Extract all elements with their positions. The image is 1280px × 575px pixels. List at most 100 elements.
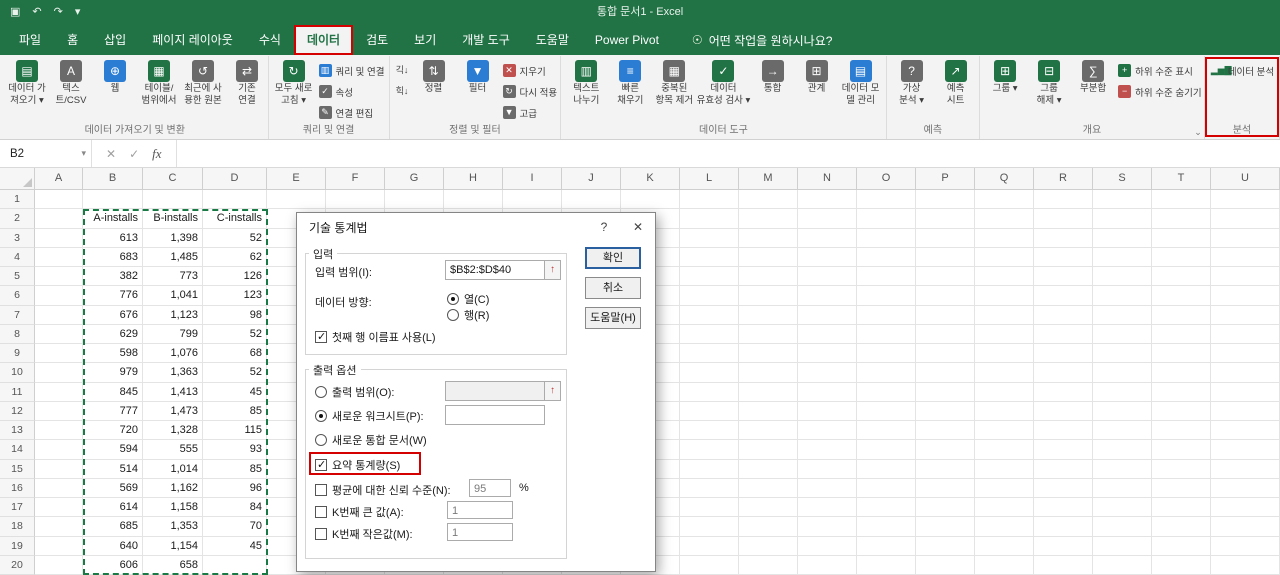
cell-T1[interactable] <box>1152 190 1211 210</box>
cell-S2[interactable] <box>1093 209 1152 229</box>
cell-T5[interactable] <box>1152 267 1211 287</box>
cell-B3[interactable]: 613 <box>83 228 143 248</box>
cell-Q11[interactable] <box>975 382 1034 402</box>
column-header-T[interactable]: T <box>1152 168 1211 189</box>
refresh-all-button[interactable]: ↻ 모두 새로 고침 ▾ <box>272 57 316 106</box>
tab-insert[interactable]: 삽입 <box>91 25 139 55</box>
tab-power-pivot[interactable]: Power Pivot <box>582 25 672 55</box>
cell-U20[interactable] <box>1211 555 1280 575</box>
cell-N4[interactable] <box>798 247 857 267</box>
cell-M13[interactable] <box>739 421 798 441</box>
cell-S16[interactable] <box>1093 478 1152 498</box>
cell-A6[interactable] <box>35 286 83 306</box>
filter-button[interactable]: ▼ 필터 <box>456 57 500 94</box>
cell-R14[interactable] <box>1034 440 1093 460</box>
row-header-5[interactable]: 5 <box>0 267 35 287</box>
cell-A4[interactable] <box>35 247 83 267</box>
cell-B17[interactable]: 614 <box>83 498 143 518</box>
row-header-15[interactable]: 15 <box>0 459 35 479</box>
cell-D6[interactable]: 123 <box>203 286 267 306</box>
grouped-by-columns-radio[interactable]: 열(C) <box>447 291 489 307</box>
sort-ascending-button[interactable]: 긱↓ <box>393 61 412 80</box>
column-header-I[interactable]: I <box>503 168 562 189</box>
cell-A17[interactable] <box>35 498 83 518</box>
cell-Q1[interactable] <box>975 190 1034 210</box>
cell-C17[interactable]: 1,158 <box>143 498 203 518</box>
cell-O16[interactable] <box>857 478 916 498</box>
subtotal-button[interactable]: ∑ 부분합 <box>1071 57 1115 94</box>
cell-O9[interactable] <box>857 344 916 364</box>
cell-P5[interactable] <box>916 267 975 287</box>
cell-Q2[interactable] <box>975 209 1034 229</box>
cell-Q17[interactable] <box>975 498 1034 518</box>
cell-A11[interactable] <box>35 382 83 402</box>
cell-U1[interactable] <box>1211 190 1280 210</box>
cell-R13[interactable] <box>1034 421 1093 441</box>
cell-B15[interactable]: 514 <box>83 459 143 479</box>
cell-D12[interactable]: 85 <box>203 401 267 421</box>
cell-S6[interactable] <box>1093 286 1152 306</box>
recent-sources-button[interactable]: ↺ 최근에 사 용한 원본 <box>181 57 225 106</box>
cell-A12[interactable] <box>35 401 83 421</box>
column-header-U[interactable]: U <box>1211 168 1280 189</box>
cell-T2[interactable] <box>1152 209 1211 229</box>
cell-R5[interactable] <box>1034 267 1093 287</box>
cell-Q9[interactable] <box>975 344 1034 364</box>
advanced-button[interactable]: ▼ 고급 <box>500 103 558 122</box>
cell-B1[interactable] <box>83 190 143 210</box>
cell-M17[interactable] <box>739 498 798 518</box>
redo-icon[interactable]: ↷ <box>54 5 63 18</box>
cell-D16[interactable]: 96 <box>203 478 267 498</box>
cell-A13[interactable] <box>35 421 83 441</box>
cell-L8[interactable] <box>680 324 739 344</box>
cell-S1[interactable] <box>1093 190 1152 210</box>
column-header-F[interactable]: F <box>326 168 385 189</box>
from-text-csv-button[interactable]: A 텍스 트/CSV <box>49 57 93 106</box>
kth-smallest-checkbox[interactable]: K번째 작은값(M): <box>315 526 413 542</box>
sort-button[interactable]: ⇅ 정렬 <box>412 57 456 94</box>
cell-P1[interactable] <box>916 190 975 210</box>
cell-A20[interactable] <box>35 555 83 575</box>
cell-B19[interactable]: 640 <box>83 536 143 556</box>
cell-U2[interactable] <box>1211 209 1280 229</box>
column-header-E[interactable]: E <box>267 168 326 189</box>
cell-T18[interactable] <box>1152 517 1211 537</box>
cell-B7[interactable]: 676 <box>83 305 143 325</box>
cell-T12[interactable] <box>1152 401 1211 421</box>
output-range-picker-button[interactable]: ↑ <box>544 381 561 401</box>
cell-S15[interactable] <box>1093 459 1152 479</box>
column-header-K[interactable]: K <box>621 168 680 189</box>
cell-C1[interactable] <box>143 190 203 210</box>
cell-Q7[interactable] <box>975 305 1034 325</box>
row-header-6[interactable]: 6 <box>0 286 35 306</box>
cell-B9[interactable]: 598 <box>83 344 143 364</box>
cell-U3[interactable] <box>1211 228 1280 248</box>
column-header-A[interactable]: A <box>35 168 83 189</box>
cell-A3[interactable] <box>35 228 83 248</box>
cell-S10[interactable] <box>1093 363 1152 383</box>
cell-M18[interactable] <box>739 517 798 537</box>
cell-L17[interactable] <box>680 498 739 518</box>
cell-M10[interactable] <box>739 363 798 383</box>
cell-P13[interactable] <box>916 421 975 441</box>
cell-B16[interactable]: 569 <box>83 478 143 498</box>
cell-T9[interactable] <box>1152 344 1211 364</box>
cell-D17[interactable]: 84 <box>203 498 267 518</box>
row-header-11[interactable]: 11 <box>0 382 35 402</box>
row-header-16[interactable]: 16 <box>0 478 35 498</box>
cell-M4[interactable] <box>739 247 798 267</box>
cell-L5[interactable] <box>680 267 739 287</box>
tab-view[interactable]: 보기 <box>401 25 449 55</box>
column-header-B[interactable]: B <box>83 168 143 189</box>
row-header-17[interactable]: 17 <box>0 498 35 518</box>
column-header-L[interactable]: L <box>680 168 739 189</box>
cell-C20[interactable]: 658 <box>143 555 203 575</box>
cell-A8[interactable] <box>35 324 83 344</box>
cell-I1[interactable] <box>503 190 562 210</box>
cell-S11[interactable] <box>1093 382 1152 402</box>
cell-L4[interactable] <box>680 247 739 267</box>
cell-P8[interactable] <box>916 324 975 344</box>
cell-P16[interactable] <box>916 478 975 498</box>
enter-icon[interactable]: ✓ <box>129 147 139 161</box>
cell-N9[interactable] <box>798 344 857 364</box>
